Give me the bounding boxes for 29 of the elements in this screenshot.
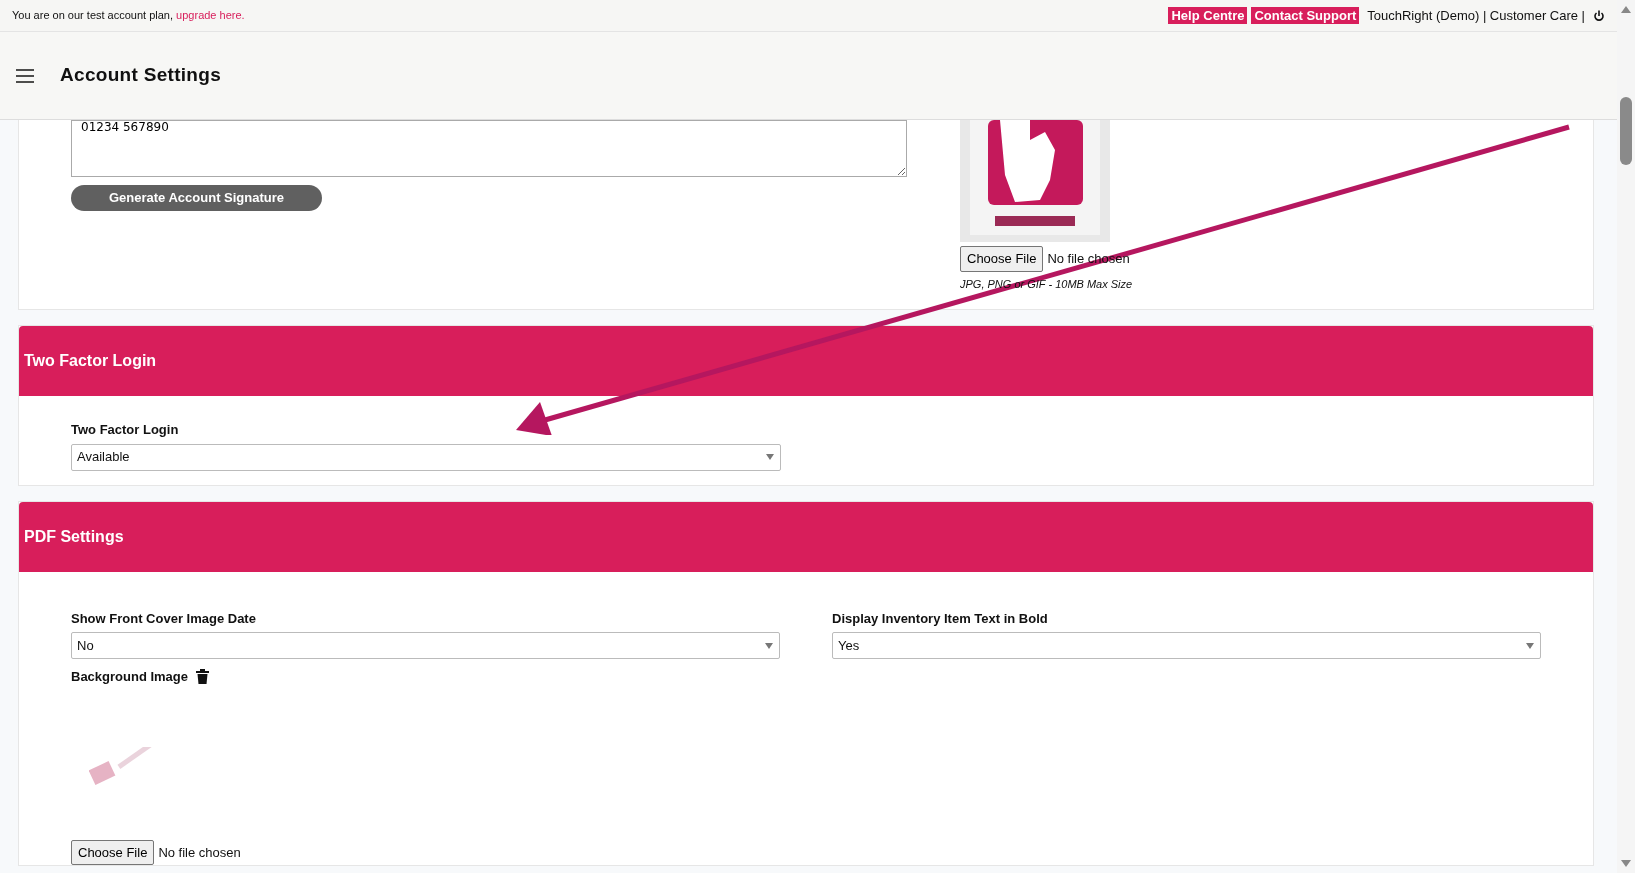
scroll-down-icon[interactable]	[1621, 860, 1631, 867]
choose-file-button[interactable]: Choose File	[960, 246, 1044, 272]
scrollbar-thumb[interactable]	[1620, 97, 1632, 165]
select-field[interactable]: Yes	[832, 632, 1541, 659]
field-label: Two Factor Login	[71, 421, 180, 439]
menu-icon[interactable]	[16, 68, 34, 83]
generate-signature-button[interactable]: Generate Account Signature	[71, 185, 322, 211]
field-label: Display Inventory Item Text in Bold	[832, 609, 1049, 628]
plan-notice: You are on our test account plan, upgrade here.	[12, 8, 245, 24]
trash-icon[interactable]	[196, 669, 210, 685]
file-status: No file chosen	[158, 843, 241, 862]
choose-file-button[interactable]: Choose File	[71, 839, 155, 865]
caret-icon	[1526, 642, 1534, 649]
upgrade-link[interactable]: upgrade here.	[176, 9, 245, 22]
section-header: Two Factor Login	[19, 326, 1593, 396]
field-label: Show Front Cover Image Date	[71, 609, 257, 628]
scroll-up-icon[interactable]	[1621, 6, 1631, 13]
user-info: TouchRight (Demo) | Customer Care |	[1367, 6, 1585, 25]
field-label: Background Image	[71, 668, 189, 686]
top-link-button[interactable]: Help Centre	[1168, 7, 1248, 24]
caret-icon	[765, 642, 773, 649]
caret-icon	[766, 454, 774, 460]
select-field[interactable]: Available	[71, 443, 781, 471]
page-title: Account Settings	[60, 63, 222, 88]
signature-field[interactable]: 01234 567890	[71, 120, 907, 177]
top-link-button[interactable]: Contact Support	[1251, 7, 1360, 24]
power-icon[interactable]	[1593, 9, 1605, 22]
section-header: PDF Settings	[19, 501, 1593, 572]
select-field[interactable]: No	[71, 632, 780, 659]
